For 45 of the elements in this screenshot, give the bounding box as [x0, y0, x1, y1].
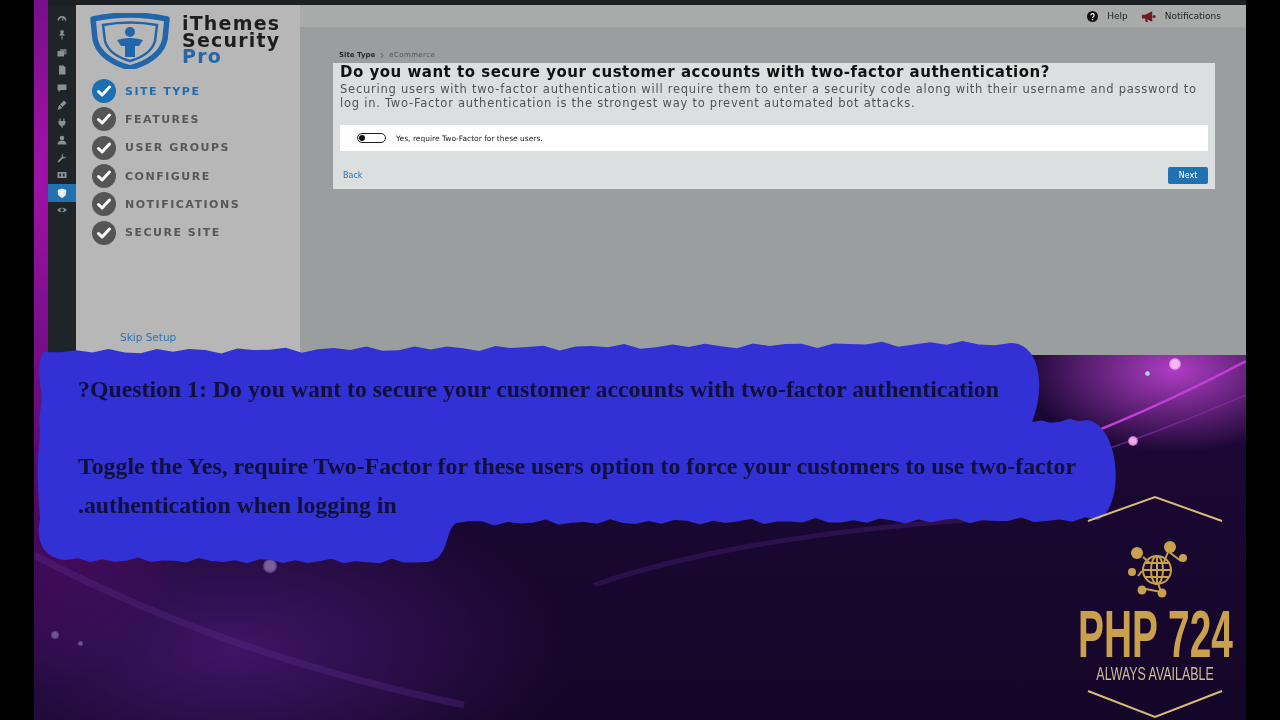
check-circle-icon: [92, 79, 116, 104]
wizard-step[interactable]: CONFIGURE: [125, 169, 211, 183]
wizard-step[interactable]: SECURE SITE: [125, 226, 221, 240]
check-circle-icon: [92, 164, 116, 189]
next-button[interactable]: Next: [1168, 167, 1208, 184]
check-circle-icon: [92, 135, 116, 160]
question-title: Do you want to secure your customer accounts with two-factor authentication?: [340, 64, 1051, 81]
wizard-step[interactable]: USER GROUPS: [125, 141, 230, 155]
skip-setup-link[interactable]: Skip Setup: [120, 331, 177, 343]
pushpin-icon: [57, 30, 67, 41]
megaphone-icon[interactable]: [1140, 9, 1156, 23]
admin-menu-item[interactable]: [48, 184, 76, 202]
wizard-step[interactable]: FEATURES: [125, 112, 201, 126]
back-link[interactable]: Back: [343, 171, 363, 180]
sliders-icon: [57, 170, 67, 181]
chevron-icon: [380, 52, 385, 59]
glow-dot-icon: [77, 640, 83, 646]
check-circle-icon: [92, 220, 116, 245]
glow-dot-icon: [51, 631, 59, 639]
check-circle-icon: [92, 192, 116, 217]
toggle-switch[interactable]: [357, 133, 386, 143]
glow-dot-icon: [1169, 358, 1181, 370]
page-icon: [57, 65, 67, 76]
wizard-step[interactable]: SITE TYPE: [125, 84, 201, 98]
shield-person-icon: [88, 13, 172, 69]
wizard-step[interactable]: NOTIFICATIONS: [125, 197, 241, 211]
person-icon: [57, 135, 67, 146]
logo-tagline: ALWAYS AVAILABLE: [1096, 666, 1214, 682]
help-icon[interactable]: [1087, 10, 1099, 22]
question-description: Securing users with two-factor authentication will require them to enter a security code along with their username and password to log in. Two-Factor authentication is the strongest way to prevent automated bot attacks.: [340, 82, 1198, 110]
shield-icon: [57, 187, 67, 198]
brand-edition: Pro: [182, 48, 222, 65]
caption-text: ?Question 1: Do you want to secure your customer accounts with two-factor authentication: [78, 375, 1000, 404]
speech-bubble-icon: [57, 82, 67, 93]
glow-dot-icon: [1144, 370, 1150, 376]
logo-title: PHP 724: [1077, 609, 1233, 659]
check-circle-icon: [92, 107, 116, 132]
plug-icon: [57, 117, 67, 128]
notifications-link[interactable]: Notifications: [1164, 11, 1221, 21]
wrench-icon: [57, 152, 67, 163]
glow-dot-icon: [1128, 436, 1138, 446]
brush-icon: [57, 100, 67, 111]
images-icon: [57, 47, 67, 58]
help-link[interactable]: Help: [1107, 11, 1128, 21]
caption-text: Toggle the Yes, require Two-Factor for these users option to force your customers to use two-factor .authentication when logging in: [78, 452, 1077, 520]
